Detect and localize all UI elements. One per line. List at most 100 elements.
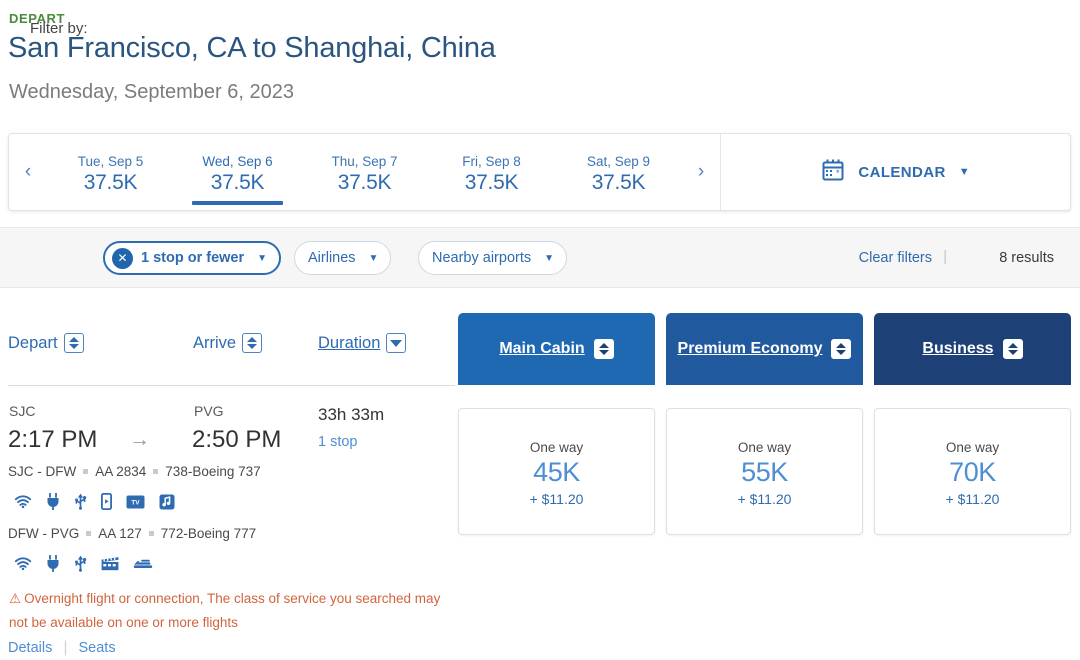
one-way-label: One way [945, 440, 1000, 455]
date-tab-price: 37.5K [464, 170, 519, 194]
cabin-header-business[interactable]: Business [874, 313, 1071, 385]
chevron-down-icon: ▼ [958, 166, 970, 178]
date-tab-label: Fri, Sep 8 [462, 153, 521, 169]
music-icon [159, 494, 175, 510]
date-tab-price: 37.5K [210, 170, 265, 194]
details-link[interactable]: Details [8, 640, 52, 656]
chevron-down-icon: ▼ [257, 252, 268, 264]
calendar-button[interactable]: * CALENDAR ▼ [721, 134, 1070, 210]
power-outlet-icon [46, 493, 60, 510]
flight-duration: 33h 33m [318, 405, 385, 424]
filter-by-label: Filter by: [30, 20, 88, 37]
sort-updown-icon[interactable] [1002, 339, 1023, 359]
date-tabs-pane: ‹ Tue, Sep 5 37.5K Wed, Sep 6 37.5K Thu, Sep… [9, 134, 721, 210]
sort-updown-icon[interactable] [63, 333, 84, 353]
filter-chip-stops-label: 1 stop or fewer [141, 250, 245, 266]
sort-updown-icon[interactable] [831, 339, 852, 359]
price-miles: 70K [949, 457, 996, 487]
price-miles: 55K [741, 457, 788, 487]
arrive-time: 2:50 PM [192, 426, 282, 453]
date-tab-label: Tue, Sep 5 [77, 153, 144, 169]
date-tab-price: 37.5K [337, 170, 392, 194]
date-tab-price: 37.5K [83, 170, 138, 194]
column-header-arrive[interactable]: Arrive [193, 333, 263, 353]
close-icon[interactable]: ✕ [112, 247, 133, 269]
cabin-header-main-cabin[interactable]: Main Cabin [458, 313, 655, 385]
price-taxes: + $11.20 [945, 491, 1000, 508]
sort-updown-icon[interactable] [593, 339, 614, 359]
segment-route: SJC - DFW [8, 464, 77, 479]
date-tab-3[interactable]: Fri, Sep 8 37.5K [428, 134, 555, 210]
date-tab-2[interactable]: Thu, Sep 7 37.5K [301, 134, 428, 210]
column-header-duration[interactable]: Duration [318, 333, 407, 353]
flight-search-results-page: DEPART San Francisco, CA to Shanghai, Ch… [0, 0, 1080, 660]
lie-flat-seat-icon [133, 557, 153, 570]
chevron-down-icon: ▼ [368, 252, 379, 264]
wifi-icon [14, 556, 32, 571]
results-separator: | [943, 249, 947, 265]
movie-icon [101, 556, 119, 571]
date-tabs-list: Tue, Sep 5 37.5K Wed, Sep 6 37.5K Thu, Sep 7… [47, 134, 682, 210]
segment-aircraft: 738-Boeing 737 [165, 464, 261, 479]
separator-dot-icon [83, 469, 89, 474]
page-subtitle-date: Wednesday, September 6, 2023 [9, 81, 294, 103]
svg-text:*: * [836, 168, 840, 178]
date-selector-bar: ‹ Tue, Sep 5 37.5K Wed, Sep 6 37.5K Thu, Sep… [8, 133, 1071, 211]
filter-chip-nearby-airports-label: Nearby airports [432, 250, 532, 266]
device-icon [101, 493, 112, 510]
segment-aircraft: 772-Boeing 777 [160, 526, 257, 541]
warning-triangle-icon: ⚠ [9, 591, 22, 606]
filter-chip-nearby-airports[interactable]: Nearby airports ▼ [418, 241, 568, 275]
arrow-right-icon: → [129, 428, 150, 451]
one-way-label: One way [529, 440, 584, 455]
segment-info-row: SJC - DFW AA 2834 738-Boeing 737 [8, 464, 261, 479]
overnight-warning: ⚠ Overnight flight or connection, The cla… [9, 587, 461, 634]
clear-filters-link[interactable]: Clear filters [859, 250, 932, 266]
date-tab-label: Sat, Sep 9 [586, 153, 651, 169]
usb-icon [74, 555, 87, 572]
previous-dates-button[interactable]: ‹ [9, 134, 47, 210]
calendar-icon: * [821, 158, 845, 187]
power-outlet-icon [46, 555, 60, 572]
column-header-arrive-label: Arrive [193, 333, 237, 352]
date-tab-label: Thu, Sep 7 [331, 153, 398, 169]
segment-info-row: DFW - PVG AA 127 772-Boeing 777 [8, 526, 256, 541]
date-tab-4[interactable]: Sat, Sep 9 37.5K [555, 134, 682, 210]
segment-amenities-row: TV [14, 493, 175, 510]
price-card-business[interactable]: One way 70K + $11.20 [874, 408, 1071, 535]
date-tab-1[interactable]: Wed, Sep 6 37.5K [174, 134, 301, 210]
sort-descending-icon[interactable] [386, 333, 407, 353]
depart-airport-code: SJC [9, 403, 36, 419]
sort-updown-icon[interactable] [242, 333, 263, 353]
column-header-depart[interactable]: Depart [8, 333, 84, 353]
chevron-down-icon: ▼ [544, 252, 555, 264]
separator-dot-icon [153, 469, 159, 474]
price-card-premium-economy[interactable]: One way 55K + $11.20 [666, 408, 863, 535]
cabin-header-business-label: Business [922, 340, 994, 357]
flight-stops[interactable]: 1 stop [318, 434, 358, 450]
one-way-label: One way [737, 440, 792, 455]
date-tab-0[interactable]: Tue, Sep 5 37.5K [47, 134, 174, 210]
next-dates-button[interactable]: › [682, 134, 720, 210]
svg-text:TV: TV [131, 499, 140, 506]
seats-link[interactable]: Seats [78, 640, 115, 656]
cabin-header-premium-economy-label: Premium Economy [677, 340, 823, 357]
price-taxes: + $11.20 [737, 491, 792, 508]
arrive-airport-code: PVG [194, 403, 224, 419]
wifi-icon [14, 494, 32, 509]
price-card-main-cabin[interactable]: One way 45K + $11.20 [458, 408, 655, 535]
price-miles: 45K [533, 457, 580, 487]
header-divider [8, 385, 455, 386]
overnight-warning-text: Overnight flight or connection, The clas… [9, 591, 441, 630]
filter-chip-stops[interactable]: ✕ 1 stop or fewer ▼ [103, 241, 282, 275]
segment-amenities-row [14, 555, 153, 572]
column-header-duration-label: Duration [318, 333, 381, 352]
filter-chip-airlines[interactable]: Airlines ▼ [294, 241, 392, 275]
separator-dot-icon [86, 531, 92, 536]
usb-icon [74, 493, 87, 510]
cabin-header-premium-economy[interactable]: Premium Economy [666, 313, 863, 385]
price-taxes: + $11.20 [529, 491, 584, 508]
segment-flight-number: AA 127 [98, 526, 142, 541]
date-tab-label: Wed, Sep 6 [202, 153, 273, 169]
flight-action-links: Details | Seats [8, 639, 116, 657]
